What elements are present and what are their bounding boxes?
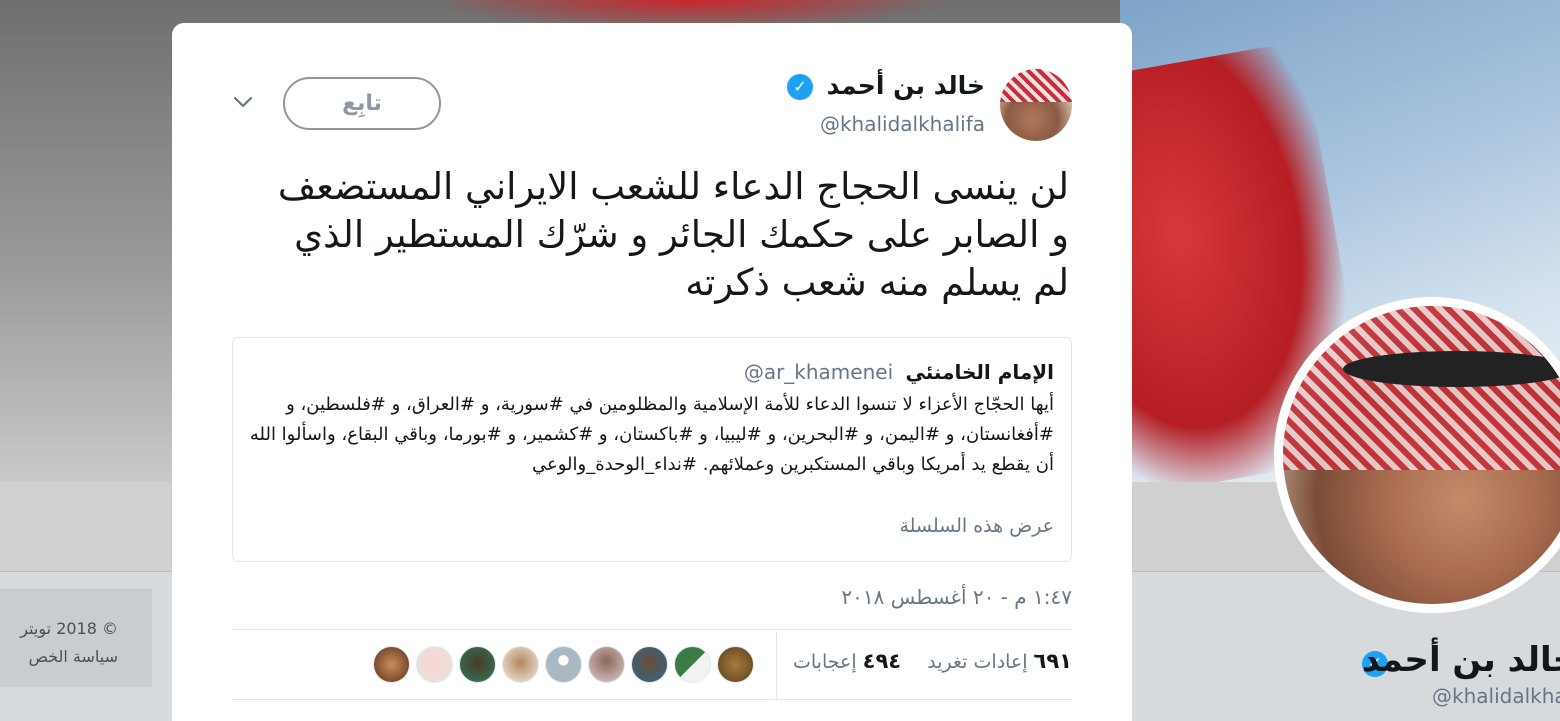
tweet-text: لن ينسى الحجاج الدعاء للشعب الايراني الم… [277,165,1069,304]
liker-avatars [373,646,754,684]
liker-avatar[interactable] [631,646,668,683]
liker-avatar[interactable] [502,646,539,683]
retweet-count[interactable]: ٦٩١ [1034,649,1072,673]
verified-badge-icon: ✓ [787,74,813,100]
profile-display-name: خالد بن أحمد [1362,640,1560,680]
retweet-label[interactable]: إعادات تغريد [927,651,1027,673]
liker-avatar[interactable] [717,646,754,683]
stats-separator [776,631,777,699]
tweet-stats: ٦٩١ إعادات تغريد ٤٩٤ إعجابات [793,649,1072,673]
liker-avatar[interactable] [459,646,496,683]
author-display-name[interactable]: خالد بن أحمد [827,71,985,100]
footer-links: © 2018 تويتر سياسة الخص [0,589,152,687]
author-handle[interactable]: @khalidalkhalifa [820,112,985,136]
quoted-author-name: الإمام الخامنئي [905,360,1055,384]
author-avatar[interactable] [1000,69,1072,141]
show-thread-link[interactable]: عرض هذه السلسلة [899,515,1054,537]
profile-handle: @khalidalkhali [1432,684,1560,708]
footer-privacy-link[interactable]: سياسة الخص [0,643,118,671]
follow-button[interactable]: تابِع [283,77,441,130]
liker-avatar[interactable] [373,646,410,683]
quoted-tweet[interactable]: الإمام الخامنئي @ar_khamenei أيها الحجّا… [232,337,1072,562]
quoted-tweet-text: أيها الحجّاج الأعزاء لا تنسوا الدعاء للأ… [249,394,1054,475]
tweet-modal: خالد بن أحمد ✓ @khalidalkhalifa تابِع لن… [172,23,1132,721]
tweet-timestamp[interactable]: ١:٤٧ م - ٢٠ أغسطس ٢٠١٨ [841,585,1072,609]
quoted-tweet-header: الإمام الخامنئي @ar_khamenei [744,360,1054,384]
divider [232,699,1072,700]
like-count[interactable]: ٤٩٤ [863,649,901,673]
footer-copyright: © 2018 تويتر [20,619,118,638]
chevron-down-icon[interactable] [233,95,253,109]
like-label[interactable]: إعجابات [793,651,857,673]
quoted-author-handle: @ar_khamenei [743,360,894,384]
divider [232,629,1072,630]
liker-avatar[interactable] [674,646,711,683]
liker-avatar[interactable] [416,646,453,683]
liker-avatar[interactable] [588,646,625,683]
liker-avatar[interactable] [545,646,582,683]
